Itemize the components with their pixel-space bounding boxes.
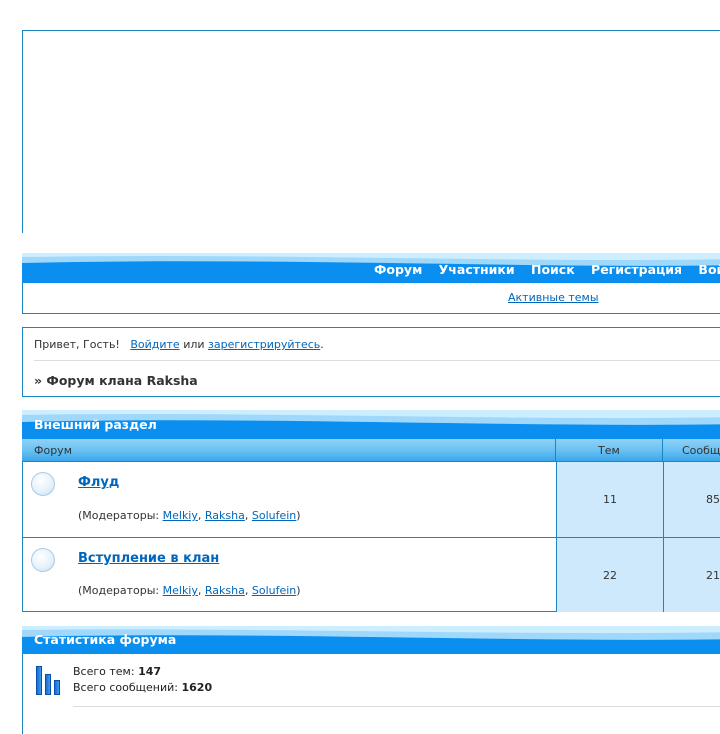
topics-cell: 11 — [556, 462, 663, 537]
category-title: Внешний раздел — [34, 417, 157, 432]
divider — [34, 360, 720, 361]
forum-table: Флуд (Модераторы: Melkiy, Raksha, Solufe… — [22, 462, 720, 612]
stats-title: Статистика форума — [34, 632, 177, 647]
total-posts-value: 1620 — [181, 681, 213, 694]
moderators-line: (Модераторы: Melkiy, Raksha, Solufein) — [78, 584, 301, 597]
moderators-prefix: (Модераторы: — [78, 584, 163, 597]
stats-chart-icon — [36, 665, 63, 695]
moderator-link[interactable]: Melkiy — [163, 509, 198, 522]
forum-columns-header: Форум Тем Сообщ — [22, 439, 720, 462]
header-banner — [22, 30, 720, 233]
forum-link[interactable]: Флуд — [78, 475, 119, 490]
nav-item-forum[interactable]: Форум — [374, 262, 422, 277]
posts-count: 21 — [706, 569, 720, 582]
moderator-link[interactable]: Raksha — [205, 509, 245, 522]
login-link[interactable]: Войдите — [130, 338, 179, 351]
divider — [73, 706, 720, 707]
posts-cell: 85 — [663, 462, 720, 537]
moderators-suffix: ) — [296, 584, 301, 597]
category-header: Внешний раздел — [22, 410, 720, 439]
welcome-line: Привет, Гость! Войдите или зарегистрируй… — [34, 338, 324, 351]
moderators-prefix: (Модераторы: — [78, 509, 163, 522]
moderators-suffix: ) — [296, 509, 301, 522]
nav-item-members[interactable]: Участники — [439, 262, 515, 277]
total-topics-line: Всего тем: 147 — [73, 665, 161, 678]
moderator-link[interactable]: Solufein — [252, 584, 296, 597]
or-text: или — [183, 338, 205, 351]
column-topics: Тем — [598, 444, 620, 457]
total-topics-value: 147 — [138, 665, 162, 678]
moderators-line: (Модераторы: Melkiy, Raksha, Solufein) — [78, 509, 301, 522]
moderator-link[interactable]: Melkiy — [163, 584, 198, 597]
topics-cell: 22 — [556, 538, 663, 612]
active-topics-link[interactable]: Активные темы — [508, 291, 599, 304]
nav-item-search[interactable]: Поиск — [531, 262, 575, 277]
forum-link[interactable]: Вступление в клан — [78, 551, 219, 566]
total-posts-label: Всего сообщений: — [73, 681, 178, 694]
forum-row: Флуд (Модераторы: Melkiy, Raksha, Solufe… — [23, 462, 720, 537]
moderator-link[interactable]: Raksha — [205, 584, 245, 597]
total-posts-line: Всего сообщений: 1620 — [73, 681, 212, 694]
welcome-box: Привет, Гость! Войдите или зарегистрируй… — [22, 327, 720, 397]
forum-status-icon — [31, 548, 55, 572]
column-divider — [662, 439, 663, 462]
column-divider — [555, 439, 556, 462]
forum-status-icon — [31, 472, 55, 496]
period-text: . — [320, 338, 324, 351]
stats-header: Статистика форума — [22, 626, 720, 654]
column-forum: Форум — [34, 444, 72, 457]
posts-cell: 21 — [663, 538, 720, 612]
topics-count: 22 — [603, 569, 617, 582]
main-navbar: Форум Участники Поиск Регистрация Войти — [22, 253, 720, 283]
moderator-link[interactable]: Solufein — [252, 509, 296, 522]
nav-item-register[interactable]: Регистрация — [591, 262, 682, 277]
register-link[interactable]: зарегистрируйтесь — [208, 338, 320, 351]
column-posts: Сообщ — [682, 444, 720, 457]
greeting-text: Привет, Гость! — [34, 338, 120, 351]
total-topics-label: Всего тем: — [73, 665, 135, 678]
breadcrumb: » Форум клана Raksha — [34, 373, 198, 388]
sub-navbar: Активные темы — [22, 283, 720, 314]
nav-item-login[interactable]: Войти — [698, 262, 720, 277]
stats-body: Всего тем: 147 Всего сообщений: 1620 — [22, 654, 720, 734]
topics-count: 11 — [603, 493, 617, 506]
forum-row: Вступление в клан (Модераторы: Melkiy, R… — [23, 537, 720, 612]
posts-count: 85 — [706, 493, 720, 506]
